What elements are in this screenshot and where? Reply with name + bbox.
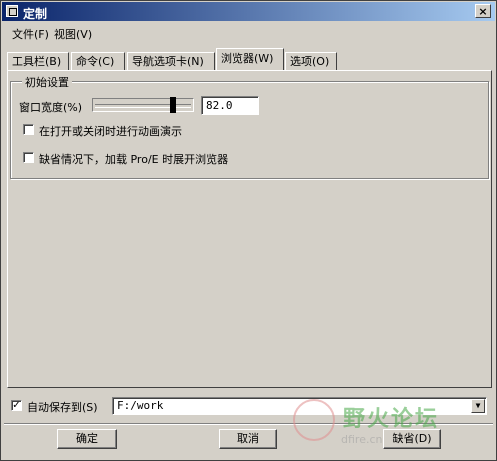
window-width-input[interactable]: 82.0 [201,96,259,115]
tab-commands[interactable]: 命令(C) [71,52,125,70]
group-title: 初始设置 [22,74,72,90]
autosave-path-value: F:/work [117,399,164,412]
checkmark-icon: ✓ [12,400,21,411]
autosave-path-combo[interactable]: F:/work ▼ [112,397,487,415]
window-width-slider[interactable] [92,97,194,113]
slider-thumb[interactable] [170,97,176,113]
animate-checkbox[interactable] [23,124,34,135]
menu-file[interactable]: 文件(F) [12,26,49,42]
ok-button[interactable]: 确定 [57,429,117,449]
slider-groove [95,104,191,108]
tab-navigator[interactable]: 导航选项卡(N) [127,52,215,70]
tab-options[interactable]: 选项(O) [285,52,337,70]
menu-bar: 文件(F) 视图(V) [2,23,495,42]
close-button[interactable]: × [475,4,491,18]
bottom-separator [4,423,493,425]
animate-label: 在打开或关闭时进行动画演示 [39,125,182,138]
customize-dialog: 定制 × 文件(F) 视图(V) 工具栏(B) 命令(C) 导航选项卡(N) 浏… [0,0,497,461]
window-title: 定制 [23,7,48,21]
expand-browser-checkbox[interactable] [23,152,34,163]
tab-browser[interactable]: 浏览器(W) [216,48,284,70]
expand-browser-label: 缺省情况下，加载 Pro/E 时展开浏览器 [39,153,229,166]
watermark-url: dfire.cn [341,433,383,446]
app-window-icon [6,5,18,17]
default-button[interactable]: 缺省(D) [383,429,441,449]
menu-view[interactable]: 视图(V) [54,26,92,42]
chevron-down-icon[interactable]: ▼ [471,399,485,413]
autosave-checkbox[interactable]: ✓ [11,400,22,411]
tab-toolbars[interactable]: 工具栏(B) [7,52,69,70]
autosave-label: 自动保存到(S) [27,401,98,414]
window-width-label: 窗口宽度(%) [19,101,83,114]
title-bar: 定制 × [2,2,495,21]
cancel-button[interactable]: 取消 [219,429,277,449]
